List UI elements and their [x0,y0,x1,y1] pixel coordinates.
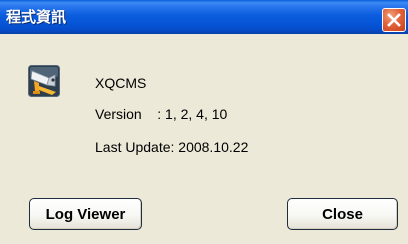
version-label: Version [95,106,142,122]
app-name: XQCMS [95,75,147,91]
security-camera-icon [28,65,60,97]
last-update-row: Last Update: 2008.10.22 [95,138,248,156]
close-icon [387,13,401,27]
window-close-button[interactable] [382,8,406,32]
about-dialog: 程式資訊 XQCMS Version : 1, 2, 4, 10 Last Up… [0,0,408,244]
title-bar[interactable]: 程式資訊 [0,0,408,34]
last-update-label: Last Update: [95,139,175,155]
last-update-value: 2008.10.22 [178,139,249,155]
version-row: Version : 1, 2, 4, 10 [95,105,227,123]
window-title: 程式資訊 [6,8,67,26]
version-value: : 1, 2, 4, 10 [157,106,228,122]
close-button[interactable]: Close [287,198,398,230]
log-viewer-button[interactable]: Log Viewer [29,198,142,230]
version-spacer [142,106,158,122]
dialog-body: XQCMS Version : 1, 2, 4, 10 Last Update:… [0,34,408,244]
